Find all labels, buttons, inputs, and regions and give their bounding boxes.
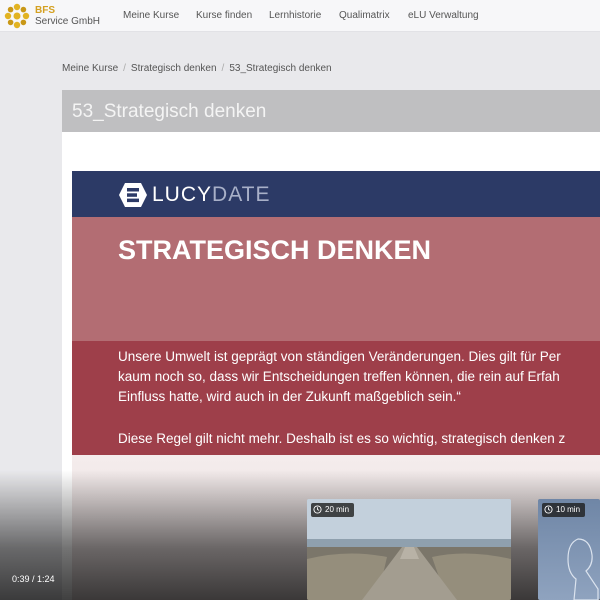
page-title-bar: 53_Strategisch denken: [62, 90, 600, 132]
duration-text: 20 min: [325, 505, 350, 514]
top-navigation-bar: BFS Service GmbH Meine Kurse Kurse finde…: [0, 0, 600, 32]
lucydate-e-icon: [119, 183, 147, 207]
breadcrumb-current[interactable]: 53_Strategisch denken: [229, 63, 331, 74]
brand-name[interactable]: BFS Service GmbH: [35, 5, 100, 27]
brand-line-2: Service GmbH: [35, 16, 101, 27]
breadcrumb-separator: /: [123, 63, 126, 74]
nav-kurse-finden[interactable]: Kurse finden: [196, 10, 252, 21]
sun-logo-icon[interactable]: [4, 3, 30, 29]
slide-title: STRATEGISCH DENKEN: [118, 235, 432, 265]
slide-text-line: kaum noch so, dass wir Entscheidungen tr…: [118, 369, 560, 384]
breadcrumb-separator: /: [221, 63, 225, 74]
video-thumbnail[interactable]: 10 min: [538, 499, 600, 600]
video-thumbnail[interactable]: 20 min: [307, 499, 511, 600]
slide-text-line: Unsere Umwelt ist geprägt von ständigen …: [118, 349, 561, 364]
logo-lucy: LUCY: [152, 183, 213, 206]
duration-text: 10 min: [556, 505, 581, 514]
video-timecode: 0:39 / 1:24: [12, 574, 55, 584]
clock-icon: [313, 505, 322, 514]
nav-lernhistorie[interactable]: Lernhistorie: [269, 10, 321, 21]
nav-qualimatrix[interactable]: Qualimatrix: [339, 10, 390, 21]
breadcrumb-item[interactable]: Meine Kurse: [62, 63, 118, 74]
clock-icon: [544, 505, 553, 514]
brand-line-1: BFS: [35, 5, 55, 16]
nav-elu-verwaltung[interactable]: eLU Verwaltung: [408, 10, 479, 21]
slide-text-band: Unsere Umwelt ist geprägt von ständigen …: [72, 341, 600, 455]
lucydate-logo: LUCYDATE: [152, 183, 270, 207]
breadcrumb-item[interactable]: Strategisch denken: [131, 63, 217, 74]
logo-date: DATE: [212, 183, 271, 206]
duration-badge: 20 min: [311, 503, 355, 517]
duration-badge: 10 min: [542, 503, 586, 517]
slide-text-line: Einfluss hatte, wird auch in der Zukunft…: [118, 389, 461, 404]
nav-meine-kurse[interactable]: Meine Kurse: [123, 10, 179, 21]
slide-title-band: STRATEGISCH DENKEN: [72, 217, 600, 341]
slide-text-line: Diese Regel gilt nicht mehr. Deshalb ist…: [118, 431, 566, 446]
slide-header: LUCYDATE: [72, 171, 600, 217]
page-title: 53_Strategisch denken: [72, 101, 267, 122]
breadcrumb: Meine Kurse / Strategisch denken / 53_Strate…: [62, 63, 332, 74]
